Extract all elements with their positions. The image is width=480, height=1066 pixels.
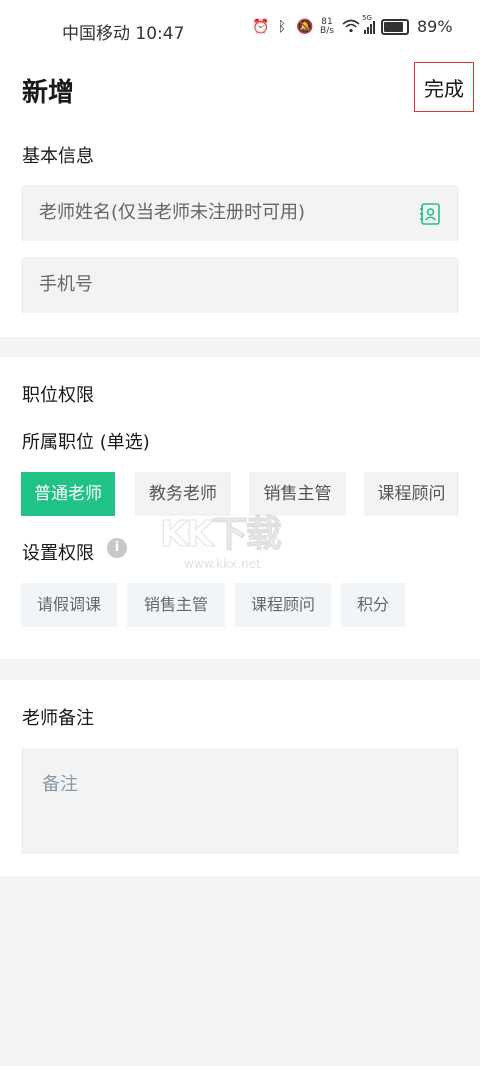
carrier-time: 中国移动 10:47	[62, 24, 185, 44]
permission-chip-sales-manager[interactable]: 销售主管	[127, 583, 225, 627]
status-bar: 中国移动 10:47 ⏰ ᛒ 🔕 81 B/s 5G 89%	[0, 0, 480, 58]
mute-icon: 🔕	[296, 18, 314, 35]
network-type: 5G	[362, 13, 372, 22]
basic-info-title: 基本信息	[22, 146, 94, 167]
page-header: 新增 完成	[0, 58, 480, 122]
info-icon[interactable]: i	[107, 538, 127, 558]
done-button[interactable]: 完成	[414, 62, 474, 112]
basic-info-section: 基本信息	[0, 122, 480, 337]
phone-input[interactable]	[21, 257, 459, 313]
position-chip-sales-manager[interactable]: 销售主管	[249, 472, 346, 516]
position-chip-regular-teacher[interactable]: 普通老师	[21, 472, 115, 516]
wifi-icon	[342, 19, 360, 35]
permission-chip-points[interactable]: 积分	[341, 583, 405, 627]
net-speed: 81 B/s	[320, 16, 334, 36]
contact-card-icon[interactable]	[418, 202, 442, 226]
battery-percent: 89%	[417, 17, 453, 36]
remarks-section: 老师备注	[0, 680, 480, 876]
position-label: 所属职位 (单选)	[22, 432, 150, 453]
status-icons: ⏰ ᛒ 🔕 81 B/s 5G 89%	[252, 14, 453, 37]
teacher-name-input[interactable]	[21, 185, 459, 241]
permission-chip-leave-reschedule[interactable]: 请假调课	[21, 583, 117, 627]
position-chip-academic-teacher[interactable]: 教务老师	[135, 472, 231, 516]
remarks-textarea[interactable]	[21, 748, 459, 854]
signal-icon: 5G	[362, 14, 375, 34]
battery-icon	[381, 18, 409, 35]
alarm-icon: ⏰	[252, 18, 270, 35]
bluetooth-icon: ᛒ	[277, 18, 287, 35]
permission-label: 设置权限	[22, 543, 94, 564]
position-chip-course-consultant[interactable]: 课程顾问	[364, 472, 459, 516]
page-title: 新增	[22, 78, 75, 108]
position-permission-section: 职位权限 所属职位 (单选) 普通老师 教务老师 销售主管 课程顾问 设置权限 …	[0, 357, 480, 659]
permission-chip-course-consultant[interactable]: 课程顾问	[235, 583, 331, 627]
position-permission-title: 职位权限	[22, 385, 94, 406]
remarks-title: 老师备注	[22, 708, 94, 729]
